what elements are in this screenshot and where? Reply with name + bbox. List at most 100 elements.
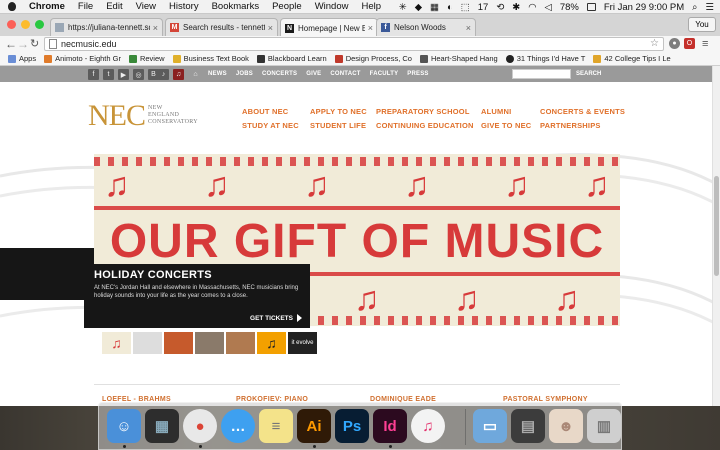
chrome-icon[interactable]: ● [183,409,217,443]
status-badge-icon[interactable]: ⬚ [461,2,470,13]
time-machine-icon[interactable]: ⟲ [496,2,504,13]
close-tab-icon[interactable]: × [153,23,158,33]
volume-icon[interactable]: ◁ [545,2,552,13]
menu-clock[interactable]: Fri Jan 29 9:00 PM [604,2,684,13]
itunes-icon[interactable]: ♫ [411,409,445,443]
thumb-6[interactable]: ♫ [257,332,286,354]
menu-app-name[interactable]: Chrome [29,1,65,12]
status-d-icon[interactable]: ◐ [447,2,453,13]
zoom-window-icon[interactable] [35,20,44,29]
notification-center-icon[interactable]: ☰ [705,2,714,13]
nav-continuing-education[interactable]: CONTINUING EDUCATION [376,121,474,130]
bookmark-review[interactable]: Review [128,54,165,63]
music-social-icon[interactable]: ♫ [173,69,184,80]
apple-icon[interactable] [8,2,16,11]
nav-contact[interactable]: CONTACT [330,71,360,77]
menu-help[interactable]: Help [361,1,381,12]
tab-nelson-woods[interactable]: f Nelson Woods × [376,18,476,36]
site-search-button[interactable]: SEARCH [576,66,601,82]
indesign-icon[interactable]: Id [373,409,407,443]
messages-icon[interactable]: … [221,409,255,443]
folder-icon[interactable]: ▭ [473,409,507,443]
notes-icon[interactable]: ≡ [259,409,293,443]
nav-jobs[interactable]: JOBS [236,71,253,77]
nav-about-nec[interactable]: ABOUT NEC [242,107,288,116]
thumb-7[interactable]: it evolve [288,332,317,354]
nav-preparatory-school[interactable]: PREPARATORY SCHOOL [376,107,470,116]
menu-view[interactable]: View [136,1,156,12]
page-scrollbar[interactable] [712,66,720,406]
trash-icon[interactable]: ▥ [587,409,621,443]
nav-give[interactable]: GIVE [306,71,321,77]
menu-window[interactable]: Window [315,1,349,12]
bookmark-business-text-book[interactable]: Business Text Book [172,54,249,63]
document-stack-icon[interactable]: ▤ [511,409,545,443]
nav-partnerships[interactable]: PARTNERSHIPS [540,121,601,130]
twitter-social-icon[interactable]: t [103,69,114,80]
tab-juliana[interactable]: https://juliana-tennett.squ × [50,18,163,36]
status-grid-icon[interactable]: ▦ [430,2,439,13]
nav-give-to-nec[interactable]: GIVE TO NEC [481,121,531,130]
nav-apply-to-nec[interactable]: APPLY TO NEC [310,107,367,116]
site-search-input[interactable] [512,69,571,79]
bookmark-star-icon[interactable]: ☆ [650,38,659,49]
menu-history[interactable]: History [169,1,199,12]
nav-concerts-events[interactable]: CONCERTS & EVENTS [540,107,625,116]
close-tab-icon[interactable]: × [268,23,273,33]
finder-icon[interactable]: ☺ [107,409,141,443]
nav-alumni[interactable]: ALUMNI [481,107,511,116]
bluetooth-icon[interactable]: ✱ [512,2,520,13]
minimize-window-icon[interactable] [21,20,30,29]
photoshop-icon[interactable]: Ps [335,409,369,443]
menu-edit[interactable]: Edit [106,1,122,12]
close-window-icon[interactable] [7,20,16,29]
nav-press[interactable]: PRESS [407,71,428,77]
opera-extension-icon[interactable]: O [684,38,695,49]
menu-bookmarks[interactable]: Bookmarks [212,1,260,12]
bookmark-animoto[interactable]: Animoto - Eighth Gr [44,54,121,63]
address-bar[interactable]: necmusic.edu ☆ [44,37,664,51]
extension-icon[interactable]: ● [669,38,680,49]
battery-icon[interactable] [586,3,596,11]
thumb-5[interactable] [226,332,255,354]
nav-faculty[interactable]: FACULTY [370,71,399,77]
close-tab-icon[interactable]: × [466,23,471,33]
scrollbar-thumb[interactable] [714,176,719,276]
tab-nec-homepage[interactable]: N Homepage | New England C × [280,18,378,37]
photo-icon[interactable]: ☻ [549,409,583,443]
thumb-2[interactable] [133,332,162,354]
status-dropbox-icon[interactable]: ◆ [415,2,422,13]
menu-file[interactable]: File [78,1,93,12]
bookmark-design-process[interactable]: Design Process, Co [334,54,412,63]
nav-study-at-nec[interactable]: STUDY AT NEC [242,121,299,130]
youtube-social-icon[interactable]: ▶ [118,69,129,80]
get-tickets-button[interactable]: GET TICKETS [250,314,302,322]
illustrator-icon[interactable]: Ai [297,409,331,443]
tab-search-results[interactable]: M Search results - tennett.jl@ × [165,18,278,36]
facebook-social-icon[interactable]: f [88,69,99,80]
close-tab-icon[interactable]: × [368,23,373,33]
forward-icon[interactable]: → [17,37,29,51]
bookmark-blackboard[interactable]: Blackboard Learn [256,54,327,63]
thumb-3[interactable] [164,332,193,354]
status-pinwheel-icon[interactable]: ✳ [399,2,407,13]
menu-people[interactable]: People [272,1,302,12]
reload-icon[interactable]: ↻ [30,37,39,51]
nec-logo[interactable]: NEC NEW ENGLAND CONSERVATORY [88,100,198,132]
nav-news[interactable]: NEWS [208,71,227,77]
nav-student-life[interactable]: STUDENT LIFE [310,121,366,130]
home-icon[interactable]: ⌂ [190,69,201,80]
wifi-icon[interactable]: ◠ [528,2,536,13]
chrome-menu-icon[interactable]: ≡ [702,37,708,51]
spotify-social-icon[interactable]: ♪ [158,69,169,80]
thumb-4[interactable] [195,332,224,354]
nav-concerts[interactable]: CONCERTS [262,71,297,77]
bookmark-42-college-tips[interactable]: 42 College Tips I Le [593,54,671,63]
bookmark-31-things[interactable]: 31 Things I'd Have T [505,54,585,63]
mission-control-icon[interactable]: ▦ [145,409,179,443]
bookmark-apps[interactable]: Apps [8,54,36,63]
bookmark-heart-shaped[interactable]: Heart-Shaped Hang [419,54,498,63]
thumb-gift-of-music[interactable]: ♫ [102,332,131,354]
back-icon[interactable]: ← [5,37,17,51]
instagram-social-icon[interactable]: ◎ [133,69,144,80]
